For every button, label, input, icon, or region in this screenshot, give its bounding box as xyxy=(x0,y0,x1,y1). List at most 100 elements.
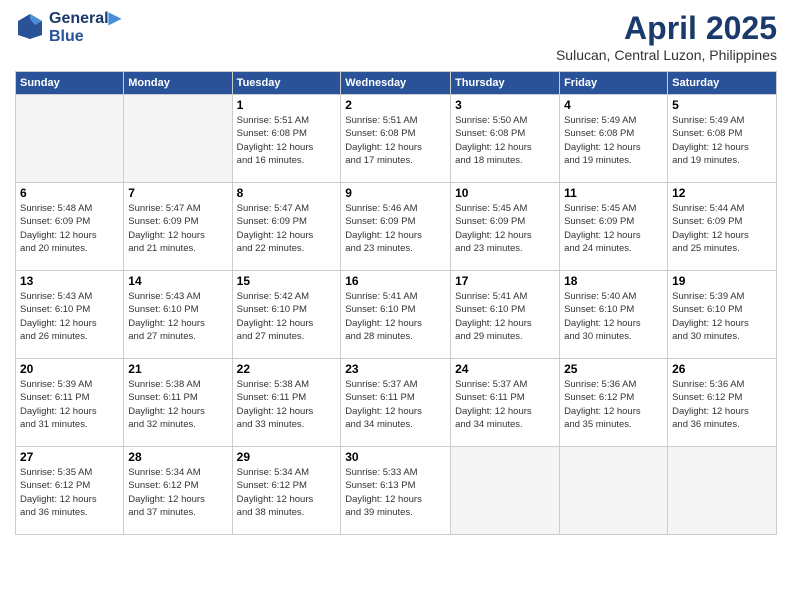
day-number: 11 xyxy=(564,186,663,200)
day-info: Sunrise: 5:41 AM Sunset: 6:10 PM Dayligh… xyxy=(345,290,446,343)
day-number: 18 xyxy=(564,274,663,288)
day-info: Sunrise: 5:50 AM Sunset: 6:08 PM Dayligh… xyxy=(455,114,555,167)
day-info: Sunrise: 5:35 AM Sunset: 6:12 PM Dayligh… xyxy=(20,466,119,519)
col-monday: Monday xyxy=(124,72,232,95)
calendar-cell: 23 Sunrise: 5:37 AM Sunset: 6:11 PM Dayli… xyxy=(341,359,451,447)
day-number: 17 xyxy=(455,274,555,288)
day-number: 30 xyxy=(345,450,446,464)
logo-icon xyxy=(15,11,45,41)
col-sunday: Sunday xyxy=(16,72,124,95)
calendar-cell: 20 Sunrise: 5:39 AM Sunset: 6:11 PM Dayli… xyxy=(16,359,124,447)
day-info: Sunrise: 5:39 AM Sunset: 6:11 PM Dayligh… xyxy=(20,378,119,431)
calendar-cell: 30 Sunrise: 5:33 AM Sunset: 6:13 PM Dayli… xyxy=(341,447,451,535)
week-row-3: 13 Sunrise: 5:43 AM Sunset: 6:10 PM Dayli… xyxy=(16,271,777,359)
week-row-2: 6 Sunrise: 5:48 AM Sunset: 6:09 PM Daylig… xyxy=(16,183,777,271)
calendar-cell: 10Sunrise: 5:45 AM Sunset: 6:09 PM Dayli… xyxy=(451,183,560,271)
page: General▶ Blue April 2025 Sulucan, Centra… xyxy=(0,0,792,612)
calendar-cell: 29 Sunrise: 5:34 AM Sunset: 6:12 PM Dayli… xyxy=(232,447,341,535)
day-info: Sunrise: 5:44 AM Sunset: 6:09 PM Dayligh… xyxy=(672,202,772,255)
calendar-header-row: Sunday Monday Tuesday Wednesday Thursday… xyxy=(16,72,777,95)
calendar-table: Sunday Monday Tuesday Wednesday Thursday… xyxy=(15,71,777,535)
day-info: Sunrise: 5:38 AM Sunset: 6:11 PM Dayligh… xyxy=(128,378,227,431)
calendar-cell: 28 Sunrise: 5:34 AM Sunset: 6:12 PM Dayli… xyxy=(124,447,232,535)
calendar-cell: 25 Sunrise: 5:36 AM Sunset: 6:12 PM Dayli… xyxy=(560,359,668,447)
location: Sulucan, Central Luzon, Philippines xyxy=(556,47,777,63)
day-number: 5 xyxy=(672,98,772,112)
calendar-cell: 19 Sunrise: 5:39 AM Sunset: 6:10 PM Dayli… xyxy=(668,271,777,359)
day-info: Sunrise: 5:38 AM Sunset: 6:11 PM Dayligh… xyxy=(237,378,337,431)
day-info: Sunrise: 5:34 AM Sunset: 6:12 PM Dayligh… xyxy=(237,466,337,519)
day-number: 28 xyxy=(128,450,227,464)
day-info: Sunrise: 5:37 AM Sunset: 6:11 PM Dayligh… xyxy=(455,378,555,431)
calendar-cell: 22Sunrise: 5:38 AM Sunset: 6:11 PM Dayli… xyxy=(232,359,341,447)
day-info: Sunrise: 5:34 AM Sunset: 6:12 PM Dayligh… xyxy=(128,466,227,519)
calendar-cell: 13Sunrise: 5:43 AM Sunset: 6:10 PM Dayli… xyxy=(16,271,124,359)
calendar-cell: 7 Sunrise: 5:47 AM Sunset: 6:09 PM Daylig… xyxy=(124,183,232,271)
day-number: 12 xyxy=(672,186,772,200)
day-info: Sunrise: 5:45 AM Sunset: 6:09 PM Dayligh… xyxy=(455,202,555,255)
calendar-cell xyxy=(16,95,124,183)
day-number: 16 xyxy=(345,274,446,288)
header: General▶ Blue April 2025 Sulucan, Centra… xyxy=(15,10,777,63)
day-number: 15 xyxy=(237,274,337,288)
calendar-cell xyxy=(451,447,560,535)
day-info: Sunrise: 5:46 AM Sunset: 6:09 PM Dayligh… xyxy=(345,202,446,255)
col-friday: Friday xyxy=(560,72,668,95)
day-info: Sunrise: 5:43 AM Sunset: 6:10 PM Dayligh… xyxy=(128,290,227,343)
day-number: 9 xyxy=(345,186,446,200)
calendar-cell: 21 Sunrise: 5:38 AM Sunset: 6:11 PM Dayli… xyxy=(124,359,232,447)
day-number: 7 xyxy=(128,186,227,200)
day-number: 29 xyxy=(237,450,337,464)
day-info: Sunrise: 5:49 AM Sunset: 6:08 PM Dayligh… xyxy=(564,114,663,167)
calendar-cell: 1 Sunrise: 5:51 AM Sunset: 6:08 PM Daylig… xyxy=(232,95,341,183)
day-info: Sunrise: 5:48 AM Sunset: 6:09 PM Dayligh… xyxy=(20,202,119,255)
col-tuesday: Tuesday xyxy=(232,72,341,95)
day-number: 1 xyxy=(237,98,337,112)
calendar-cell: 14 Sunrise: 5:43 AM Sunset: 6:10 PM Dayli… xyxy=(124,271,232,359)
day-number: 19 xyxy=(672,274,772,288)
calendar-cell: 12 Sunrise: 5:44 AM Sunset: 6:09 PM Dayli… xyxy=(668,183,777,271)
day-info: Sunrise: 5:33 AM Sunset: 6:13 PM Dayligh… xyxy=(345,466,446,519)
day-number: 13 xyxy=(20,274,119,288)
calendar-cell xyxy=(668,447,777,535)
calendar-cell: 17 Sunrise: 5:41 AM Sunset: 6:10 PM Dayli… xyxy=(451,271,560,359)
day-info: Sunrise: 5:47 AM Sunset: 6:09 PM Dayligh… xyxy=(128,202,227,255)
day-info: Sunrise: 5:47 AM Sunset: 6:09 PM Dayligh… xyxy=(237,202,337,255)
day-info: Sunrise: 5:37 AM Sunset: 6:11 PM Dayligh… xyxy=(345,378,446,431)
day-info: Sunrise: 5:45 AM Sunset: 6:09 PM Dayligh… xyxy=(564,202,663,255)
calendar-cell: 24 Sunrise: 5:37 AM Sunset: 6:11 PM Dayli… xyxy=(451,359,560,447)
day-number: 3 xyxy=(455,98,555,112)
calendar-cell: 18 Sunrise: 5:40 AM Sunset: 6:10 PM Dayli… xyxy=(560,271,668,359)
day-number: 25 xyxy=(564,362,663,376)
calendar-cell xyxy=(124,95,232,183)
day-number: 6 xyxy=(20,186,119,200)
day-number: 24 xyxy=(455,362,555,376)
day-info: Sunrise: 5:40 AM Sunset: 6:10 PM Dayligh… xyxy=(564,290,663,343)
month-year: April 2025 xyxy=(556,10,777,47)
week-row-4: 20 Sunrise: 5:39 AM Sunset: 6:11 PM Dayli… xyxy=(16,359,777,447)
calendar-cell: 8Sunrise: 5:47 AM Sunset: 6:09 PM Daylig… xyxy=(232,183,341,271)
day-info: Sunrise: 5:42 AM Sunset: 6:10 PM Dayligh… xyxy=(237,290,337,343)
day-number: 14 xyxy=(128,274,227,288)
day-number: 23 xyxy=(345,362,446,376)
col-thursday: Thursday xyxy=(451,72,560,95)
calendar-cell: 5Sunrise: 5:49 AM Sunset: 6:08 PM Daylig… xyxy=(668,95,777,183)
day-number: 21 xyxy=(128,362,227,376)
day-number: 20 xyxy=(20,362,119,376)
day-number: 2 xyxy=(345,98,446,112)
calendar-cell: 4Sunrise: 5:49 AM Sunset: 6:08 PM Daylig… xyxy=(560,95,668,183)
calendar-cell: 2Sunrise: 5:51 AM Sunset: 6:08 PM Daylig… xyxy=(341,95,451,183)
calendar-cell: 26 Sunrise: 5:36 AM Sunset: 6:12 PM Dayli… xyxy=(668,359,777,447)
day-number: 26 xyxy=(672,362,772,376)
day-info: Sunrise: 5:51 AM Sunset: 6:08 PM Dayligh… xyxy=(237,114,337,167)
calendar-cell: 27Sunrise: 5:35 AM Sunset: 6:12 PM Dayli… xyxy=(16,447,124,535)
day-info: Sunrise: 5:36 AM Sunset: 6:12 PM Dayligh… xyxy=(564,378,663,431)
title-area: April 2025 Sulucan, Central Luzon, Phili… xyxy=(556,10,777,63)
logo-text-blue: Blue xyxy=(49,28,121,46)
calendar-cell xyxy=(560,447,668,535)
day-info: Sunrise: 5:41 AM Sunset: 6:10 PM Dayligh… xyxy=(455,290,555,343)
day-info: Sunrise: 5:39 AM Sunset: 6:10 PM Dayligh… xyxy=(672,290,772,343)
logo-text-general: General▶ xyxy=(49,10,121,28)
day-info: Sunrise: 5:36 AM Sunset: 6:12 PM Dayligh… xyxy=(672,378,772,431)
calendar-cell: 15 Sunrise: 5:42 AM Sunset: 6:10 PM Dayli… xyxy=(232,271,341,359)
